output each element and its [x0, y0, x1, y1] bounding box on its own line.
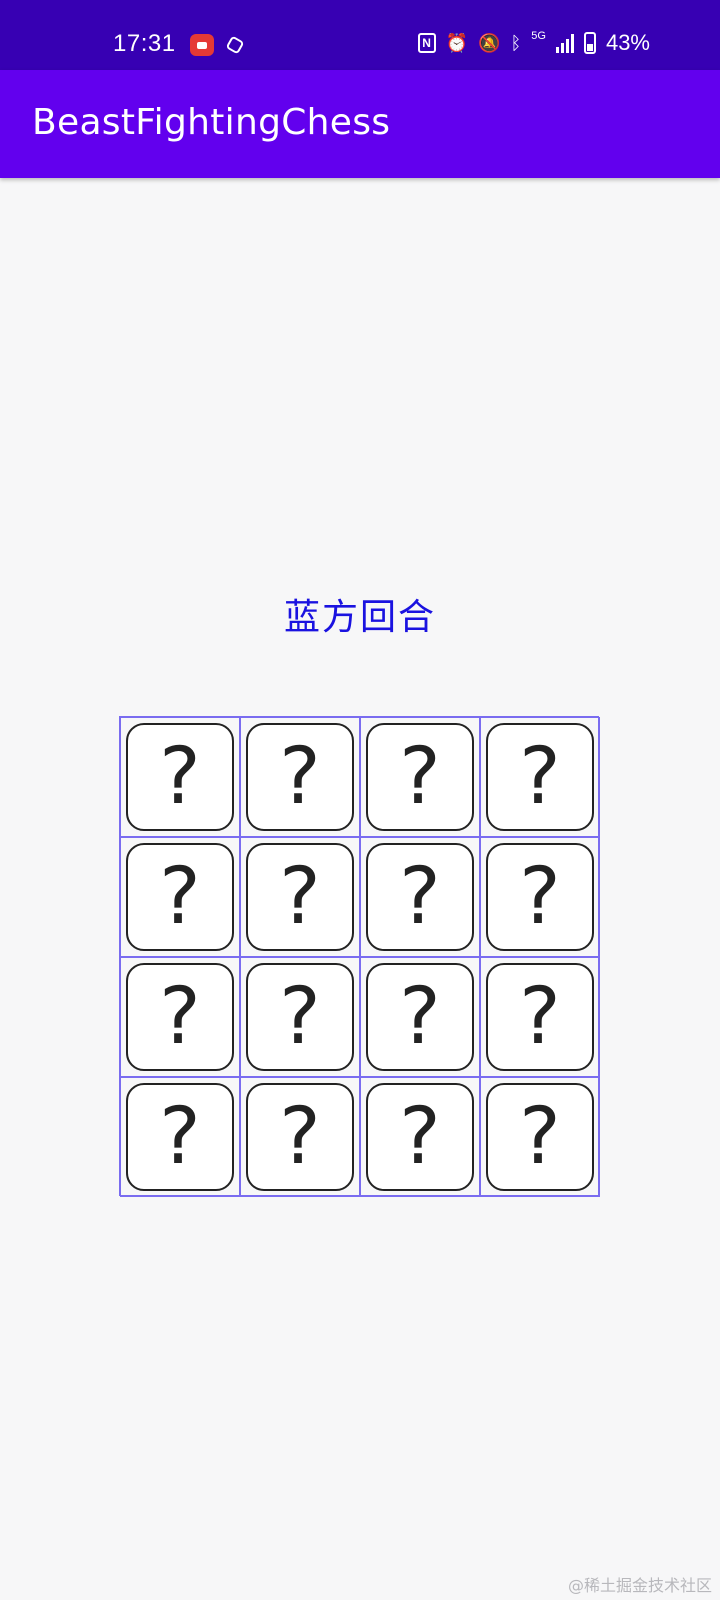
- hidden-piece-tile[interactable]: ?: [246, 723, 354, 831]
- board-cell: ?: [360, 837, 480, 957]
- mute-icon: 🔕: [478, 32, 501, 53]
- alarm-icon: ⏰: [445, 32, 469, 53]
- hidden-piece-tile[interactable]: ?: [486, 843, 594, 951]
- hidden-piece-tile[interactable]: ?: [366, 843, 474, 951]
- hidden-piece-tile[interactable]: ?: [126, 963, 234, 1071]
- board-cell: ?: [480, 837, 600, 957]
- game-board: ????????????????: [119, 716, 600, 1197]
- board-cell: ?: [120, 957, 240, 1077]
- status-left-icons: [190, 34, 245, 56]
- bluetooth-icon: ᛒ: [510, 32, 522, 53]
- watermark: @稀土掘金技术社区: [567, 1576, 712, 1595]
- board-cell: ?: [480, 717, 600, 837]
- board-cell: ?: [120, 717, 240, 837]
- hidden-piece-tile[interactable]: ?: [246, 843, 354, 951]
- hidden-piece-tile[interactable]: ?: [486, 963, 594, 1071]
- board-cell: ?: [360, 717, 480, 837]
- board-cell: ?: [480, 1077, 600, 1197]
- nfc-icon: N: [417, 33, 436, 53]
- battery-percent: 43%: [605, 30, 650, 55]
- screen-record-icon: [190, 34, 214, 56]
- hidden-piece-tile[interactable]: ?: [126, 1083, 234, 1191]
- board-cell: ?: [120, 837, 240, 957]
- app-title: BeastFightingChess: [32, 102, 391, 143]
- signal-icon: [555, 33, 574, 53]
- hidden-piece-tile[interactable]: ?: [486, 1083, 594, 1191]
- hidden-piece-tile[interactable]: ?: [126, 723, 234, 831]
- hidden-piece-tile[interactable]: ?: [366, 1083, 474, 1191]
- hidden-piece-tile[interactable]: ?: [366, 723, 474, 831]
- board-cell: ?: [240, 1077, 360, 1197]
- hidden-piece-tile[interactable]: ?: [246, 963, 354, 1071]
- hexagon-icon: [225, 35, 245, 55]
- board-cell: ?: [240, 717, 360, 837]
- turn-indicator: 蓝方回合: [283, 597, 436, 638]
- hidden-piece-tile[interactable]: ?: [366, 963, 474, 1071]
- status-time: 17:31: [113, 30, 176, 57]
- hidden-piece-tile[interactable]: ?: [126, 843, 234, 951]
- battery-icon: [583, 32, 596, 54]
- board-cell: ?: [240, 957, 360, 1077]
- board-cell: ?: [120, 1077, 240, 1197]
- app-bar: BeastFightingChess: [0, 70, 720, 178]
- board-cell: ?: [360, 1077, 480, 1197]
- board-cell: ?: [480, 957, 600, 1077]
- hidden-piece-tile[interactable]: ?: [486, 723, 594, 831]
- board-cell: ?: [240, 837, 360, 957]
- status-right-icons: N ⏰ 🔕 ᛒ 5G 43%: [417, 30, 650, 56]
- status-bar: 17:31 N ⏰ 🔕 ᛒ 5G 43%: [0, 0, 720, 70]
- board-cell: ?: [360, 957, 480, 1077]
- hidden-piece-tile[interactable]: ?: [246, 1083, 354, 1191]
- network-type: 5G: [531, 30, 546, 42]
